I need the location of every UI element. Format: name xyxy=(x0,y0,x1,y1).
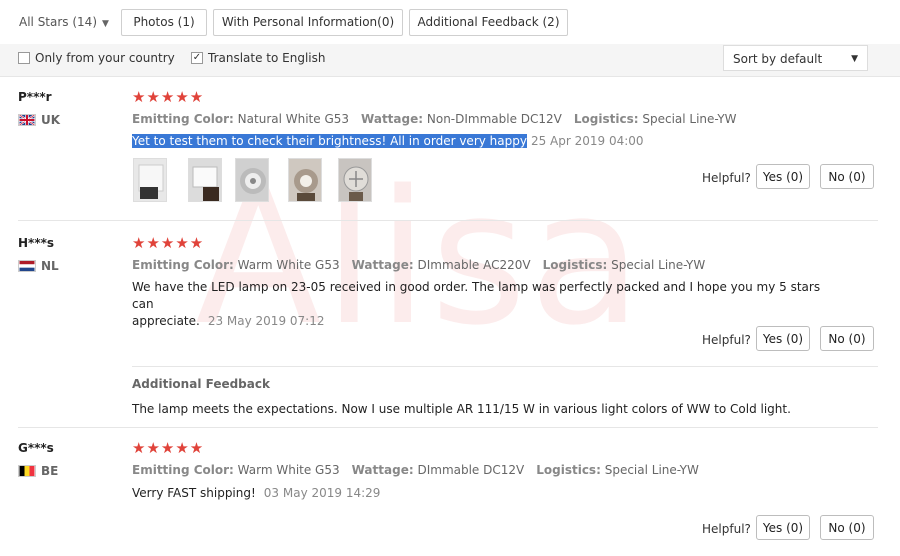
review-text-line: Verry FAST shipping! xyxy=(132,486,256,500)
reviewer-name: G***s xyxy=(18,441,54,455)
reviewer-country: UK xyxy=(41,113,61,127)
logistics-label: Logistics: xyxy=(536,463,601,477)
logistics-value: Special Line-YW xyxy=(611,258,706,272)
helpful-yes-button[interactable]: Yes (0) xyxy=(756,164,810,189)
nl-flag-icon xyxy=(18,260,36,272)
additional-feedback-label: Additional Feedback xyxy=(132,377,270,391)
be-flag-icon xyxy=(18,465,36,477)
translate-checkbox[interactable]: ✓ xyxy=(191,52,203,64)
star-rating: ★★★★★ xyxy=(132,439,205,457)
sort-label: Sort by default xyxy=(733,52,823,66)
review-photo-thumbnail[interactable] xyxy=(338,158,372,202)
chevron-down-icon: ▼ xyxy=(102,19,109,29)
additional-feedback-text: The lamp meets the expectations. Now I u… xyxy=(132,402,791,416)
options-bar: Only from your country ✓ Translate to En… xyxy=(0,44,900,77)
wattage-label: Wattage: xyxy=(361,112,424,126)
chevron-down-icon: ▼ xyxy=(851,54,858,64)
review-date: 25 Apr 2019 04:00 xyxy=(530,134,644,148)
tab-photos[interactable]: Photos (1) xyxy=(121,9,207,36)
translate-label: Translate to English xyxy=(208,51,326,65)
emitting-color-value: Warm White G53 xyxy=(237,463,340,477)
reviewer-country: NL xyxy=(41,259,59,273)
logistics-label: Logistics: xyxy=(542,258,608,272)
helpful-no-button[interactable]: No (0) xyxy=(820,515,874,540)
helpful-label: Helpful? xyxy=(702,171,751,185)
review-photo-thumbnail[interactable] xyxy=(288,158,322,202)
review-date: 23 May 2019 07:12 xyxy=(207,314,325,328)
review-text: Yet to test them to check their brightne… xyxy=(132,133,644,150)
wattage-value: DImmable DC12V xyxy=(417,463,525,477)
star-rating: ★★★★★ xyxy=(132,88,205,106)
tab-personal-information[interactable]: With Personal Information(0) xyxy=(213,9,403,36)
logistics-label: Logistics: xyxy=(573,112,639,126)
only-country-label: Only from your country xyxy=(35,51,175,65)
review-text: Verry FAST shipping! 03 May 2019 14:29 xyxy=(132,485,380,502)
product-attributes: Emitting Color: Warm White G53 Wattage: D… xyxy=(132,258,705,272)
helpful-no-button[interactable]: No (0) xyxy=(820,164,874,189)
review-photo-thumbnail[interactable] xyxy=(133,158,167,202)
all-stars-dropdown[interactable]: All Stars (14) ▼ xyxy=(19,15,109,29)
filter-bar: All Stars (14) ▼ Photos (1) With Personal… xyxy=(0,0,900,44)
uk-flag-icon xyxy=(18,114,36,126)
review-text-line: appreciate. xyxy=(132,314,200,328)
review-photo-thumbnail[interactable] xyxy=(188,158,222,202)
helpful-yes-button[interactable]: Yes (0) xyxy=(756,515,810,540)
review-date: 03 May 2019 14:29 xyxy=(263,486,381,500)
review-text: We have the LED lamp on 23-05 received i… xyxy=(132,279,832,330)
all-stars-label: All Stars (14) xyxy=(19,15,97,29)
wattage-label: Wattage: xyxy=(351,463,414,477)
reviewer-name: H***s xyxy=(18,236,55,250)
tab-additional-feedback[interactable]: Additional Feedback (2) xyxy=(409,9,568,36)
divider xyxy=(18,427,878,428)
logistics-value: Special Line-YW xyxy=(642,112,737,126)
wattage-value: Non-DImmable DC12V xyxy=(426,112,562,126)
emitting-color-label: Emitting Color: xyxy=(132,463,234,477)
helpful-yes-button[interactable]: Yes (0) xyxy=(756,326,810,351)
emitting-color-value: Warm White G53 xyxy=(237,258,340,272)
review-text-selected: Yet to test them to check their brightne… xyxy=(132,134,527,148)
wattage-value: DImmable AC220V xyxy=(417,258,531,272)
helpful-label: Helpful? xyxy=(702,522,751,536)
reviewer-name: P***r xyxy=(18,90,52,104)
helpful-no-button[interactable]: No (0) xyxy=(820,326,874,351)
review-text-line: We have the LED lamp on 23-05 received i… xyxy=(132,280,821,311)
review-photo-thumbnail[interactable] xyxy=(235,158,269,202)
product-attributes: Emitting Color: Warm White G53 Wattage: D… xyxy=(132,463,699,477)
emitting-color-label: Emitting Color: xyxy=(132,112,234,126)
divider xyxy=(132,366,878,367)
sort-dropdown[interactable]: Sort by default ▼ xyxy=(723,45,868,71)
product-attributes: Emitting Color: Natural White G53 Wattage… xyxy=(132,112,737,126)
emitting-color-value: Natural White G53 xyxy=(237,112,350,126)
reviewer-country: BE xyxy=(41,464,59,478)
only-country-checkbox[interactable] xyxy=(18,52,30,64)
star-rating: ★★★★★ xyxy=(132,234,205,252)
logistics-value: Special Line-YW xyxy=(604,463,699,477)
emitting-color-label: Emitting Color: xyxy=(132,258,234,272)
wattage-label: Wattage: xyxy=(351,258,414,272)
divider xyxy=(18,220,878,221)
helpful-label: Helpful? xyxy=(702,333,751,347)
